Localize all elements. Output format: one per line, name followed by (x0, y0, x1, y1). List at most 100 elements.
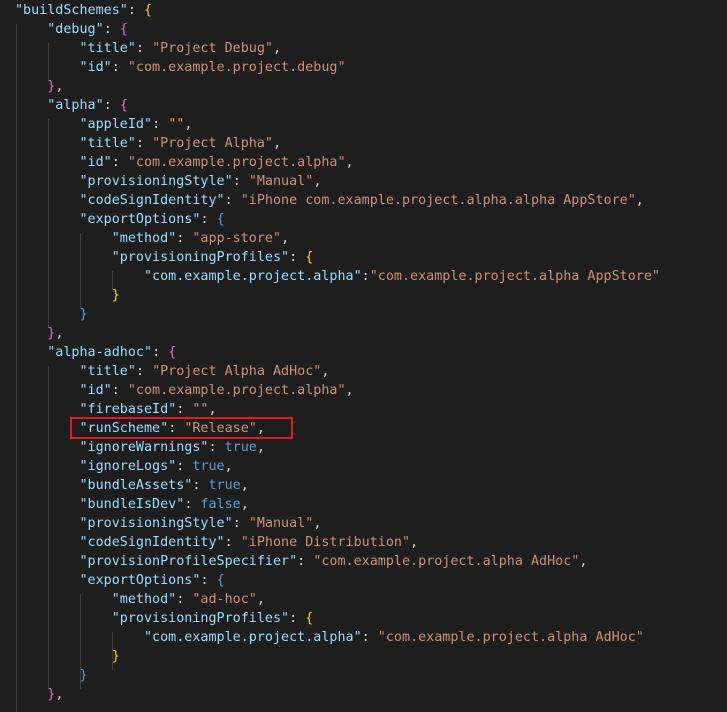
json-key: "provisioningProfiles" (111, 611, 290, 626)
code-line[interactable]: "buildSchemes": { (0, 1, 152, 20)
json-key: "title" (79, 136, 136, 151)
highlight-box-runscheme (70, 417, 293, 439)
code-line[interactable]: "appleId": "", (0, 115, 193, 134)
code-line[interactable]: "id": "com.example.project.alpha", (0, 381, 354, 400)
code-editor[interactable]: "buildSchemes": { "debug": { "title": "P… (0, 0, 727, 712)
json-punctuation: , (313, 174, 322, 189)
code-line[interactable]: "exportOptions": { (0, 571, 225, 590)
code-line[interactable]: } (0, 666, 88, 685)
json-punctuation: : (289, 611, 306, 626)
json-punctuation: , (256, 592, 265, 607)
json-literal: } (79, 668, 88, 683)
json-punctuation: , (410, 535, 419, 550)
json-string: "com.example.project.alpha AppStore" (369, 269, 660, 284)
code-line[interactable]: "com.example.project.alpha":"com.example… (0, 267, 660, 286)
code-line[interactable]: } (0, 286, 120, 305)
json-string: "Manual" (248, 516, 314, 531)
code-line[interactable]: "title": "Project Debug", (0, 39, 282, 58)
code-line[interactable]: "ignoreLogs": true, (0, 457, 233, 476)
json-punctuation: : (176, 592, 193, 607)
code-line[interactable]: "method": "ad-hoc", (0, 590, 265, 609)
json-punctuation: , (55, 687, 64, 702)
code-line[interactable]: "alpha-adhoc": { (0, 343, 176, 362)
code-line[interactable]: }, (0, 685, 63, 704)
code-line[interactable]: }, (0, 77, 63, 96)
json-literal: } (79, 307, 88, 322)
json-punctuation: : (200, 212, 217, 227)
json-punctuation: , (240, 497, 249, 512)
code-line[interactable]: "bundleAssets": true, (0, 476, 249, 495)
code-line[interactable]: "alpha": { (0, 96, 128, 115)
code-line[interactable]: "id": "com.example.project.alpha", (0, 153, 354, 172)
code-line[interactable]: "title": "Project Alpha", (0, 134, 282, 153)
code-line[interactable]: "bundleIsDev": false, (0, 495, 249, 514)
json-string: "com.example.project.alpha" (127, 155, 346, 170)
code-line[interactable]: "codeSignIdentity": "iPhone Distribution… (0, 533, 419, 552)
code-line[interactable]: "ignoreWarnings": true, (0, 438, 265, 457)
json-punctuation: , (273, 136, 282, 151)
json-literal: { (216, 573, 225, 588)
json-punctuation: : (232, 174, 249, 189)
json-key: "id" (79, 383, 112, 398)
json-string: "Project Alpha" (152, 136, 273, 151)
json-key: "provisioningProfiles" (111, 250, 290, 265)
json-key: "debug" (47, 22, 104, 37)
code-line[interactable]: "debug": { (0, 20, 128, 39)
json-key: "bundleIsDev" (79, 497, 185, 512)
json-punctuation: , (313, 516, 322, 531)
code-line[interactable]: "provisioningStyle": "Manual", (0, 172, 322, 191)
json-literal: { (216, 212, 225, 227)
code-line[interactable]: "exportOptions": { (0, 210, 225, 229)
json-key: "method" (111, 592, 177, 607)
json-string: "" (192, 402, 209, 417)
json-key: "com.example.project.alpha" (144, 269, 362, 284)
json-literal: true (192, 459, 225, 474)
json-string: "app-store" (192, 231, 282, 246)
json-brace: { (305, 611, 314, 626)
json-brace: } (111, 288, 120, 303)
code-line[interactable]: "codeSignIdentity": "iPhone com.example.… (0, 191, 644, 210)
json-punctuation: : (192, 478, 209, 493)
json-key: "provisioningStyle" (79, 516, 233, 531)
json-key: "buildSchemes" (15, 3, 128, 18)
json-string: "Manual" (248, 174, 314, 189)
code-line[interactable]: "com.example.project.alpha": "com.exampl… (0, 628, 644, 647)
json-punctuation: : (127, 3, 144, 18)
json-punctuation: , (208, 402, 217, 417)
json-punctuation: : (111, 60, 128, 75)
json-literal: true (208, 478, 241, 493)
json-punctuation: : (152, 117, 169, 132)
code-line[interactable]: "provisionProfileSpecifier": "com.exampl… (0, 552, 588, 571)
json-brace: } (111, 649, 120, 664)
json-brace: { (305, 250, 314, 265)
code-line[interactable]: } (0, 647, 120, 666)
code-line[interactable]: "id": "com.example.project.debug" (0, 58, 346, 77)
code-line[interactable]: "provisioningProfiles": { (0, 248, 314, 267)
json-brace: { (119, 22, 128, 37)
code-line[interactable]: "provisioningStyle": "Manual", (0, 514, 322, 533)
json-punctuation: : (208, 440, 225, 455)
json-punctuation: : (361, 269, 370, 284)
json-key: "ignoreLogs" (79, 459, 177, 474)
code-line[interactable]: }, (0, 324, 63, 343)
code-line[interactable]: "provisioningProfiles": { (0, 609, 314, 628)
code-line[interactable]: "title": "Project Alpha AdHoc", (0, 362, 330, 381)
code-line[interactable]: } (0, 305, 88, 324)
json-punctuation: : (135, 136, 153, 151)
json-key: "firebaseId" (79, 402, 177, 417)
code-line[interactable]: "method": "app-store", (0, 229, 289, 248)
